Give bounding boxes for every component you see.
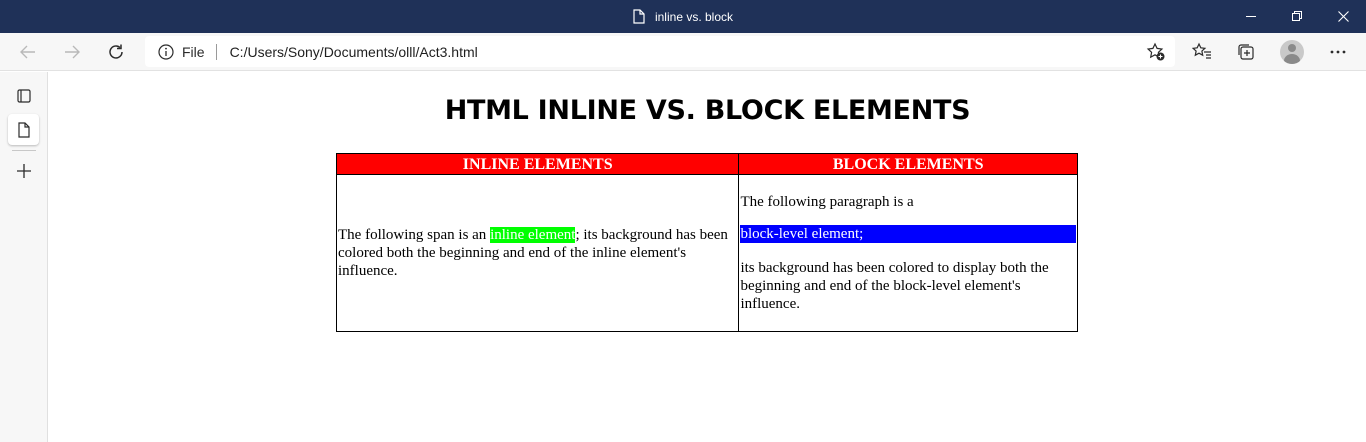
- minimize-button[interactable]: [1228, 0, 1274, 33]
- restore-icon: [1291, 11, 1302, 21]
- table-header-block: BLOCK ELEMENTS: [738, 153, 1078, 175]
- refresh-icon: [109, 44, 123, 59]
- collections-button[interactable]: [1231, 37, 1261, 67]
- avatar: [1280, 40, 1304, 64]
- browser-toolbar: File C:/Users/Sony/Documents/olll/Act3.h…: [0, 33, 1366, 71]
- back-button[interactable]: [13, 37, 43, 67]
- address-scheme-label: File: [182, 43, 205, 60]
- close-icon: [1337, 11, 1349, 22]
- address-separator: [215, 43, 217, 60]
- inline-example-cell: The following span is an inline element;…: [335, 174, 740, 332]
- block-intro-text: The following paragraph is a: [740, 194, 914, 210]
- sidebar-tab-current[interactable]: [8, 114, 39, 145]
- page-title: HTML INLINE VS. BLOCK ELEMENTS: [444, 95, 971, 126]
- restore-button[interactable]: [1274, 0, 1320, 33]
- tab-actions-button[interactable]: [8, 80, 39, 111]
- forward-button[interactable]: [57, 37, 87, 67]
- comparison-table: INLINE ELEMENTS BLOCK ELEMENTS The follo…: [335, 153, 1078, 332]
- address-url[interactable]: C:/Users/Sony/Documents/olll/Act3.html: [230, 44, 478, 60]
- collections-icon: [1238, 44, 1254, 60]
- star-add-icon: [1146, 42, 1165, 61]
- new-tab-button[interactable]: [8, 155, 39, 186]
- document-icon: [17, 121, 30, 138]
- table-header-row: INLINE ELEMENTS BLOCK ELEMENTS: [335, 153, 1078, 175]
- plus-icon: [16, 163, 31, 178]
- vertical-tab-sidebar: [0, 72, 48, 442]
- inline-text-before: The following span is an: [338, 227, 491, 243]
- info-icon[interactable]: [158, 43, 174, 60]
- add-favorite-button[interactable]: [1145, 41, 1167, 63]
- window-titlebar: inline vs. block: [0, 0, 1366, 33]
- more-dots-icon: [1330, 50, 1346, 54]
- minimize-icon: [1245, 16, 1256, 17]
- inline-element-highlight: inline element: [490, 227, 576, 243]
- window-title-group: inline vs. block: [0, 0, 1366, 33]
- more-menu-button[interactable]: [1323, 37, 1353, 67]
- close-button[interactable]: [1320, 0, 1366, 33]
- arrow-left-icon: [20, 45, 35, 59]
- block-element-highlight: block-level element;: [740, 225, 1076, 243]
- window-title: inline vs. block: [654, 9, 734, 24]
- table-header-inline: INLINE ELEMENTS: [335, 153, 740, 175]
- table-row: The following span is an inline element;…: [335, 174, 1078, 332]
- favorites-button[interactable]: [1187, 37, 1217, 67]
- favorites-icon: [1192, 42, 1211, 59]
- refresh-button[interactable]: [101, 37, 131, 67]
- sidebar-divider: [12, 150, 36, 151]
- block-text-after: its background has been colored to displ…: [740, 260, 1049, 312]
- tab-actions-icon: [16, 88, 31, 103]
- arrow-right-icon: [65, 45, 80, 59]
- block-example-cell: The following paragraph is a block-level…: [738, 174, 1078, 332]
- document-icon: [633, 9, 645, 24]
- window-controls: [1228, 0, 1366, 33]
- address-bar[interactable]: File C:/Users/Sony/Documents/olll/Act3.h…: [145, 36, 1175, 67]
- page-content: HTML INLINE VS. BLOCK ELEMENTS INLINE EL…: [49, 72, 1366, 442]
- profile-button[interactable]: [1277, 37, 1307, 67]
